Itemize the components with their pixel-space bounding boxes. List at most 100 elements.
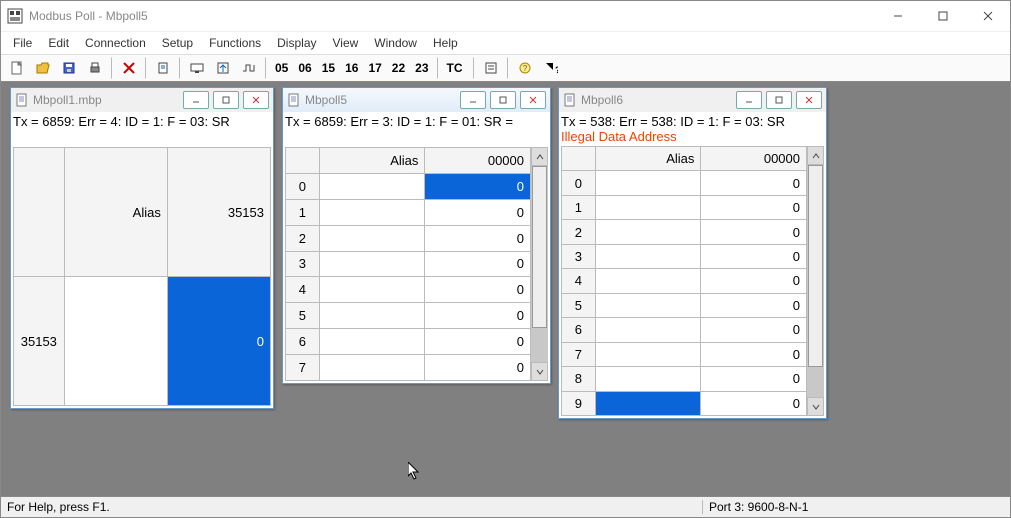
table-row[interactable]: 30 — [562, 244, 807, 268]
cell-alias[interactable] — [319, 329, 425, 355]
save-icon[interactable] — [57, 56, 81, 80]
titlebar[interactable]: Modbus Poll - Mbpoll5 — [1, 1, 1010, 32]
cell-value[interactable]: 0 — [425, 173, 531, 199]
table-row[interactable]: 50 — [286, 303, 531, 329]
table-row[interactable]: 20 — [562, 220, 807, 244]
table-row[interactable]: 50 — [562, 293, 807, 317]
whats-this-icon[interactable]: ? — [539, 56, 563, 80]
row-header[interactable]: 5 — [286, 303, 320, 329]
cell-value[interactable]: 0 — [701, 293, 807, 317]
register-grid[interactable]: Alias000000010203040506070 — [285, 147, 531, 381]
child-window-w3[interactable]: Mbpoll6Tx = 538: Err = 538: ID = 1: F = … — [558, 87, 827, 419]
toolbar-fn-16[interactable]: 16 — [341, 56, 362, 80]
open-icon[interactable] — [31, 56, 55, 80]
scroll-thumb[interactable] — [808, 165, 823, 367]
row-header[interactable]: 8 — [562, 367, 596, 391]
table-row[interactable]: 70 — [562, 342, 807, 366]
menu-help[interactable]: Help — [425, 34, 466, 52]
row-header[interactable]: 7 — [562, 342, 596, 366]
table-row[interactable]: 60 — [286, 329, 531, 355]
scroll-down-button[interactable] — [807, 397, 824, 416]
column-header-rownum[interactable] — [14, 148, 65, 277]
table-row[interactable]: 351530 — [14, 277, 271, 406]
read-write-definition-icon[interactable] — [151, 56, 175, 80]
column-header-alias[interactable]: Alias — [595, 147, 701, 171]
cell-alias[interactable] — [595, 367, 701, 391]
column-header-value[interactable]: 00000 — [425, 148, 531, 174]
menu-functions[interactable]: Functions — [201, 34, 269, 52]
column-header-rownum[interactable] — [562, 147, 596, 171]
row-header[interactable]: 2 — [562, 220, 596, 244]
cell-alias[interactable] — [319, 277, 425, 303]
cell-alias[interactable] — [319, 303, 425, 329]
cell-value[interactable]: 0 — [167, 277, 270, 406]
cell-alias[interactable] — [319, 251, 425, 277]
toolbar-fn-tc[interactable]: TC — [443, 56, 467, 80]
menu-setup[interactable]: Setup — [154, 34, 201, 52]
cell-alias[interactable] — [595, 391, 701, 415]
row-header[interactable]: 3 — [286, 251, 320, 277]
table-row[interactable]: 40 — [286, 277, 531, 303]
mdi-maximize-button[interactable] — [766, 91, 792, 109]
child-titlebar[interactable]: Mbpoll5 — [283, 88, 550, 112]
table-row[interactable]: 00 — [562, 171, 807, 195]
toolbar-fn-05[interactable]: 05 — [271, 56, 292, 80]
toolbar-fn-15[interactable]: 15 — [318, 56, 339, 80]
cell-alias[interactable] — [319, 225, 425, 251]
mdi-client-area[interactable]: Mbpoll1.mbpTx = 6859: Err = 4: ID = 1: F… — [1, 82, 1010, 496]
new-icon[interactable] — [5, 56, 29, 80]
row-header[interactable]: 5 — [562, 293, 596, 317]
row-header[interactable]: 6 — [562, 318, 596, 342]
cell-value[interactable]: 0 — [701, 195, 807, 219]
cell-alias[interactable] — [595, 342, 701, 366]
help-icon[interactable]: ? — [513, 56, 537, 80]
table-row[interactable]: 10 — [286, 199, 531, 225]
cell-value[interactable]: 0 — [701, 171, 807, 195]
table-row[interactable]: 60 — [562, 318, 807, 342]
mdi-close-button[interactable] — [796, 91, 822, 109]
cell-value[interactable]: 0 — [701, 342, 807, 366]
table-row[interactable]: 90 — [562, 391, 807, 415]
cell-alias[interactable] — [319, 173, 425, 199]
column-header-value[interactable]: 00000 — [701, 147, 807, 171]
cell-value[interactable]: 0 — [701, 269, 807, 293]
cell-alias[interactable] — [595, 293, 701, 317]
cell-alias[interactable] — [319, 199, 425, 225]
table-row[interactable]: 80 — [562, 367, 807, 391]
cell-value[interactable]: 0 — [701, 318, 807, 342]
column-header-rownum[interactable] — [286, 148, 320, 174]
scroll-track[interactable] — [531, 166, 548, 362]
cell-value[interactable]: 0 — [701, 244, 807, 268]
cell-alias[interactable] — [595, 220, 701, 244]
communication-traffic-icon[interactable] — [479, 56, 503, 80]
row-header[interactable]: 9 — [562, 391, 596, 415]
cell-value[interactable]: 0 — [425, 355, 531, 381]
table-row[interactable]: 00 — [286, 173, 531, 199]
row-header[interactable]: 0 — [286, 173, 320, 199]
cell-alias[interactable] — [595, 244, 701, 268]
mdi-minimize-button[interactable] — [183, 91, 209, 109]
row-header[interactable]: 0 — [562, 171, 596, 195]
maximize-button[interactable] — [920, 2, 965, 31]
cell-alias[interactable] — [595, 269, 701, 293]
column-header-alias[interactable]: Alias — [64, 148, 167, 277]
disconnect-icon[interactable] — [117, 56, 141, 80]
menu-edit[interactable]: Edit — [40, 34, 77, 52]
minimize-button[interactable] — [875, 2, 920, 31]
row-header[interactable]: 1 — [286, 199, 320, 225]
scroll-thumb[interactable] — [532, 166, 547, 328]
export-icon[interactable] — [211, 56, 235, 80]
mdi-close-button[interactable] — [243, 91, 269, 109]
scroll-up-button[interactable] — [531, 147, 548, 166]
menu-display[interactable]: Display — [269, 34, 324, 52]
child-titlebar[interactable]: Mbpoll6 — [559, 88, 826, 112]
row-header[interactable]: 1 — [562, 195, 596, 219]
register-grid[interactable]: Alias35153351530 — [13, 147, 271, 406]
child-window-w2[interactable]: Mbpoll5Tx = 6859: Err = 3: ID = 1: F = 0… — [282, 87, 551, 384]
mdi-minimize-button[interactable] — [736, 91, 762, 109]
menu-connection[interactable]: Connection — [77, 34, 154, 52]
table-row[interactable]: 40 — [562, 269, 807, 293]
row-header[interactable]: 4 — [286, 277, 320, 303]
signal-icon[interactable] — [237, 56, 261, 80]
cell-value[interactable]: 0 — [425, 277, 531, 303]
